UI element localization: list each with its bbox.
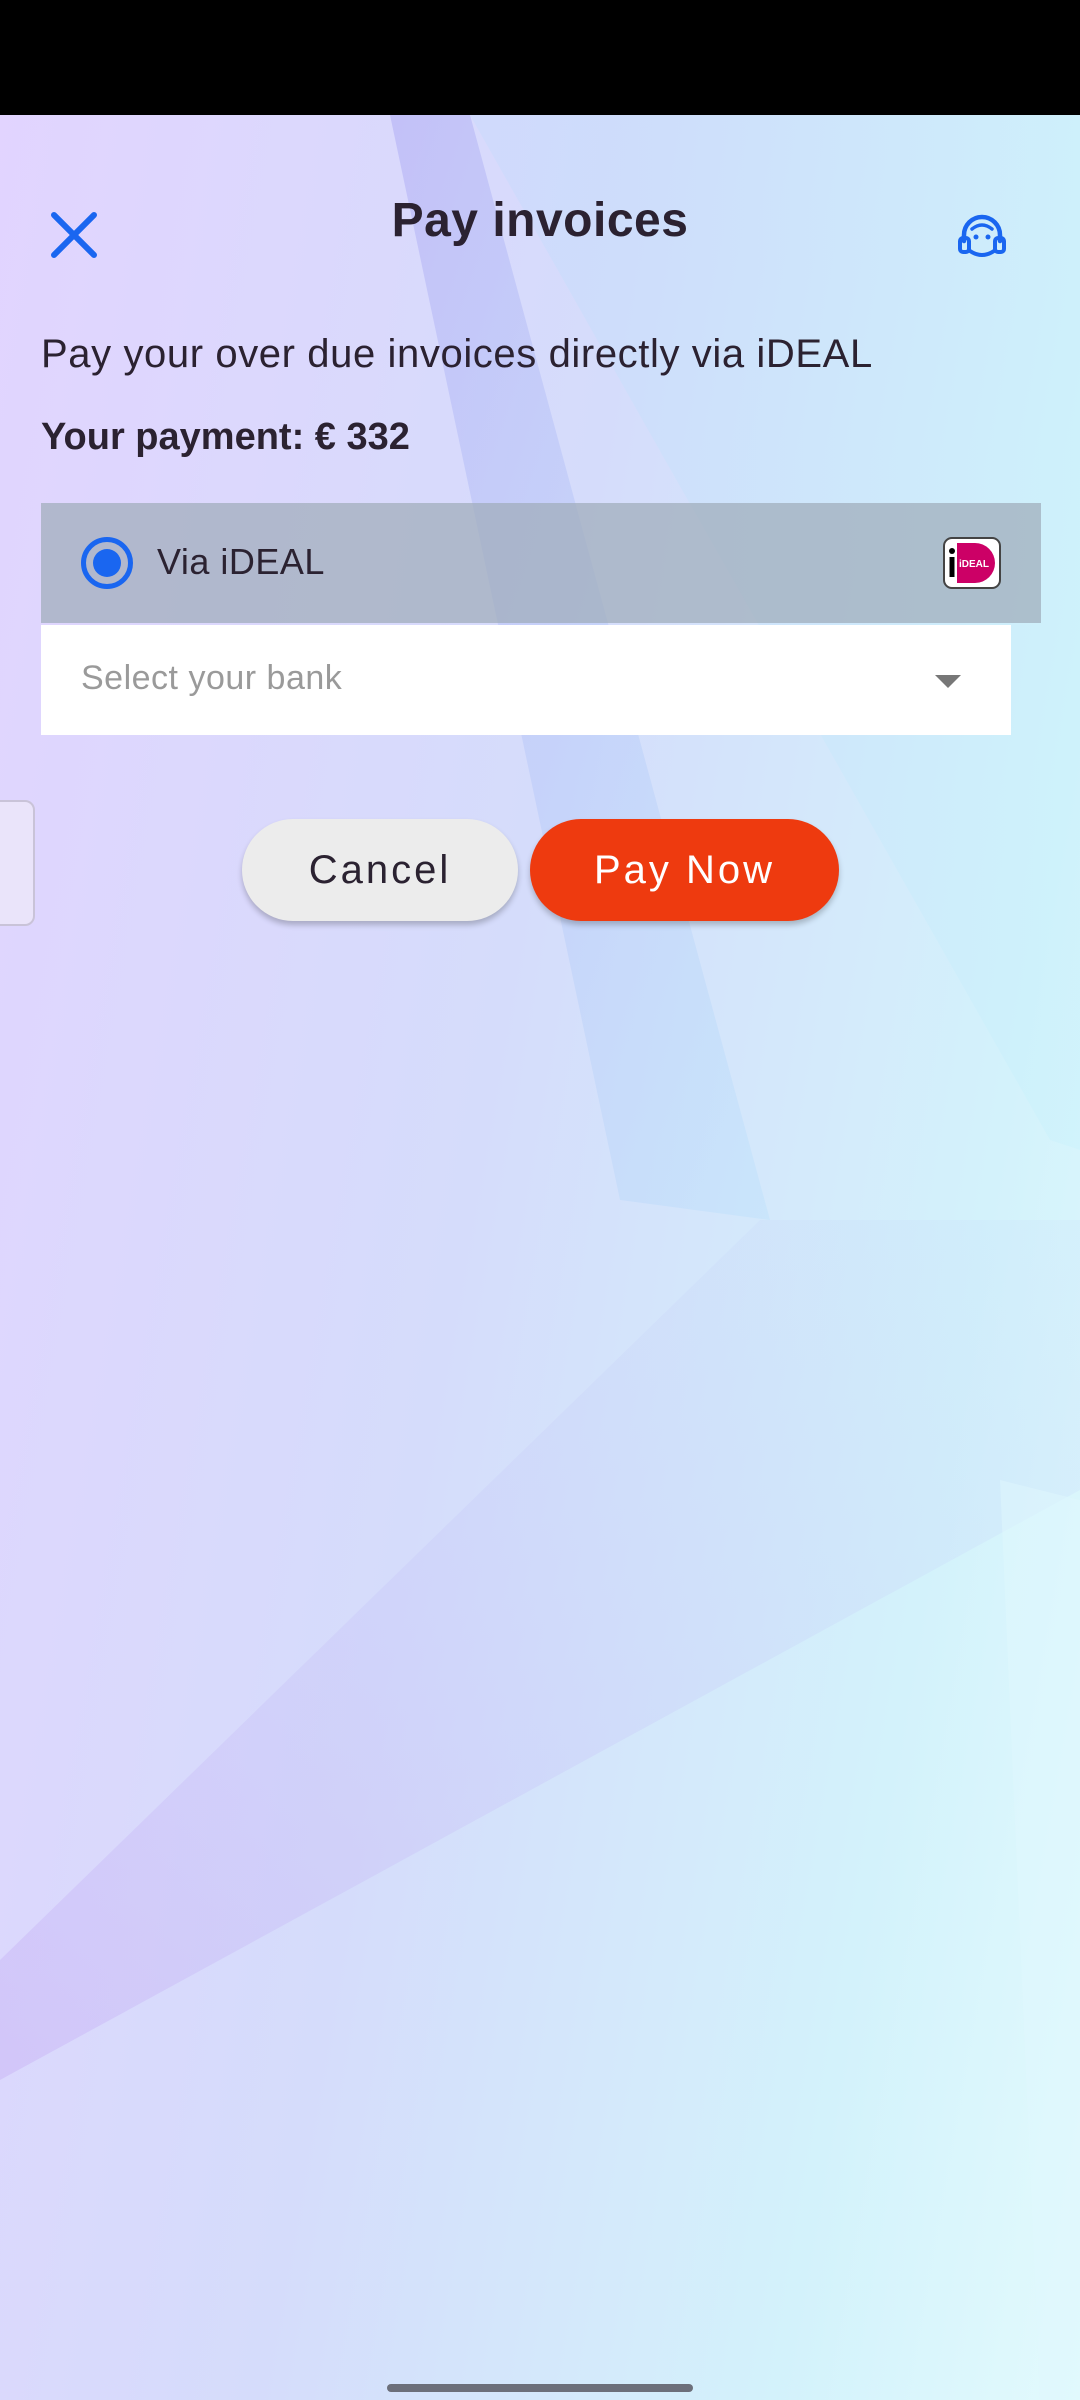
radio-button[interactable]	[81, 537, 133, 589]
side-drawer-handle[interactable]	[0, 800, 35, 926]
bank-select-dropdown[interactable]: Select your bank	[41, 625, 1011, 735]
instruction-text: Pay your over due invoices directly via …	[41, 332, 873, 376]
bank-select-placeholder: Select your bank	[81, 659, 343, 697]
status-bar	[0, 0, 1080, 115]
svg-text:iDEAL: iDEAL	[959, 559, 989, 570]
pay-invoices-screen: Pay invoices Pay your over due invoices …	[0, 0, 1080, 2400]
radio-selected-dot	[93, 549, 121, 577]
headset-icon	[958, 214, 1006, 257]
header: Pay invoices	[0, 115, 1080, 335]
page-title: Pay invoices	[391, 194, 689, 247]
payment-amount: Your payment: € 332	[41, 416, 410, 458]
payment-method-label: Via iDEAL	[157, 541, 325, 582]
cancel-button[interactable]: Cancel	[242, 819, 518, 921]
support-button[interactable]	[940, 195, 1024, 279]
payment-method-ideal[interactable]: Via iDEAL iDEAL	[41, 503, 1041, 623]
ideal-logo-icon: iDEAL	[943, 537, 1001, 589]
home-indicator[interactable]	[387, 2384, 693, 2392]
pay-now-button[interactable]: Pay Now	[530, 819, 839, 921]
chevron-down-icon	[935, 675, 961, 688]
